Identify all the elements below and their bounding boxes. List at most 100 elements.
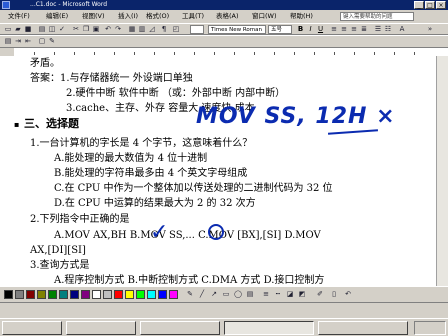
color-swatch[interactable]: [26, 290, 35, 299]
color-swatch[interactable]: [59, 290, 68, 299]
color-swatch[interactable]: [136, 290, 145, 299]
indent-icon[interactable]: ⇥: [14, 38, 22, 45]
doc-line: 2.硬件中断 软件中断 （或：外部中断 内部中断）: [66, 88, 286, 99]
pen-tool-icon[interactable]: ✐: [316, 291, 324, 298]
open-folder-icon[interactable]: ▰: [14, 26, 22, 33]
outdent-icon[interactable]: ⇤: [24, 38, 32, 45]
oval-icon[interactable]: ◯: [234, 291, 242, 298]
pencil-icon[interactable]: ✎: [186, 291, 194, 298]
spelling-icon[interactable]: ✓: [58, 26, 66, 33]
underline-button[interactable]: U: [316, 25, 325, 34]
color-swatch[interactable]: [15, 290, 24, 299]
bullets-icon[interactable]: ☷: [384, 26, 392, 33]
formatting-toolbar: ▤ ⇥ ⇤ ▢ ✎: [0, 35, 448, 48]
style-dropdown[interactable]: [190, 25, 204, 34]
color-swatch[interactable]: [147, 290, 156, 299]
menu-table[interactable]: 表格(A): [216, 10, 239, 23]
menu-help[interactable]: 帮助(H): [290, 10, 313, 23]
status-bar: [0, 302, 448, 315]
font-color-icon[interactable]: A: [398, 26, 406, 33]
help-search-input[interactable]: 键入需要帮助的问题: [340, 12, 414, 21]
handwritten-circle: [208, 224, 224, 240]
shadow-icon[interactable]: ◪: [286, 291, 294, 298]
zoom-icon[interactable]: ◰: [172, 26, 180, 33]
word-window: ...C1.doc - Microsoft Word _ □ × 文件(F) 编…: [0, 0, 448, 336]
undo-stroke-icon[interactable]: ↶: [344, 291, 352, 298]
question-text: 1.一台计算机的字长是 4 个字节，这意味着什么？: [30, 138, 253, 149]
question-text: 2.下列指令中正确的是: [30, 214, 130, 225]
standard-toolbar: ▭ ▰ ■ ▤ ◫ ✓ ✂ ❐ ▣ ↶ ↷ ▦ ▥ ◿ ¶ ◰ Times Ne…: [0, 23, 448, 35]
doc-line: 矛盾。: [30, 58, 60, 69]
window-title: ...C1.doc - Microsoft Word: [30, 1, 108, 8]
menu-tools[interactable]: 工具(T): [182, 10, 204, 23]
word-app-icon[interactable]: [2, 1, 10, 9]
option-text: A.程序控制方式 B.中断控制方式 C.DMA 方式 D.接口控制方: [54, 275, 325, 286]
close-button[interactable]: ×: [436, 1, 446, 9]
color-swatch[interactable]: [70, 290, 79, 299]
color-swatch[interactable]: [103, 290, 112, 299]
menu-insert[interactable]: 插入(I): [118, 10, 138, 23]
color-swatch[interactable]: [158, 290, 167, 299]
menu-edit[interactable]: 编辑(E): [46, 10, 68, 23]
dash-style-icon[interactable]: ┅: [274, 291, 282, 298]
align-left-icon[interactable]: ≡: [330, 26, 338, 33]
line-icon[interactable]: ╱: [198, 291, 206, 298]
table-icon[interactable]: ▦: [128, 26, 136, 33]
textbox-icon[interactable]: ▤: [246, 291, 254, 298]
system-tray[interactable]: [414, 321, 446, 335]
option-text: B.能处理的字符串最多由 4 个英文字母组成: [54, 168, 248, 179]
color-swatch[interactable]: [92, 290, 101, 299]
color-swatch[interactable]: [169, 290, 178, 299]
line-style-icon[interactable]: ≡: [262, 291, 270, 298]
section-heading: 三、选择题: [24, 117, 79, 130]
eraser-icon[interactable]: ▯: [330, 291, 338, 298]
outline-icon[interactable]: ▤: [4, 38, 12, 45]
taskbar-item[interactable]: [140, 321, 220, 335]
maximize-button[interactable]: □: [425, 1, 435, 9]
align-center-icon[interactable]: ≡: [340, 26, 348, 33]
color-swatch[interactable]: [114, 290, 123, 299]
vertical-scrollbar[interactable]: [436, 56, 448, 286]
highlight-icon[interactable]: ✎: [48, 38, 56, 45]
redo-icon[interactable]: ↷: [114, 26, 122, 33]
columns-icon[interactable]: ▥: [138, 26, 146, 33]
show-hide-icon[interactable]: ¶: [160, 26, 168, 33]
taskbar-item[interactable]: [66, 321, 136, 335]
color-swatch[interactable]: [4, 290, 13, 299]
rectangle-icon[interactable]: ▭: [222, 291, 230, 298]
color-swatch[interactable]: [81, 290, 90, 299]
paste-icon[interactable]: ▣: [92, 26, 100, 33]
justify-icon[interactable]: ≣: [360, 26, 368, 33]
numbering-icon[interactable]: ☰: [374, 26, 382, 33]
taskbar-item-active[interactable]: [224, 321, 314, 335]
arrow-icon[interactable]: ↗: [210, 291, 218, 298]
undo-icon[interactable]: ↶: [104, 26, 112, 33]
3d-icon[interactable]: ◩: [298, 291, 306, 298]
cut-icon[interactable]: ✂: [72, 26, 80, 33]
document-page[interactable]: 矛盾。 答案：1.与存储器统一 外设端口单独 2.硬件中断 软件中断 （或：外部…: [0, 56, 448, 286]
color-swatch[interactable]: [37, 290, 46, 299]
align-right-icon[interactable]: ≡: [350, 26, 358, 33]
start-button[interactable]: [2, 321, 62, 335]
border-icon[interactable]: ▢: [38, 38, 46, 45]
menu-window[interactable]: 窗口(W): [252, 10, 277, 23]
minimize-button[interactable]: _: [414, 1, 424, 9]
drawing-icon[interactable]: ◿: [148, 26, 156, 33]
toolbar-options-icon[interactable]: »: [426, 26, 434, 33]
italic-button[interactable]: I: [306, 25, 315, 34]
menu-view[interactable]: 视图(V): [82, 10, 105, 23]
bold-button[interactable]: B: [296, 25, 305, 34]
color-swatch[interactable]: [125, 290, 134, 299]
taskbar-item[interactable]: [318, 321, 408, 335]
font-dropdown[interactable]: Times New Roman: [208, 25, 266, 34]
font-size-dropdown[interactable]: 五号: [268, 25, 292, 34]
menu-format[interactable]: 格式(O): [146, 10, 169, 23]
menu-file[interactable]: 文件(F): [8, 10, 30, 23]
color-swatch[interactable]: [48, 290, 57, 299]
bullet-marker: ▪: [14, 120, 20, 129]
print-preview-icon[interactable]: ◫: [48, 26, 56, 33]
save-icon[interactable]: ■: [24, 26, 32, 33]
print-icon[interactable]: ▤: [38, 26, 46, 33]
new-document-icon[interactable]: ▭: [4, 26, 12, 33]
copy-icon[interactable]: ❐: [82, 26, 90, 33]
